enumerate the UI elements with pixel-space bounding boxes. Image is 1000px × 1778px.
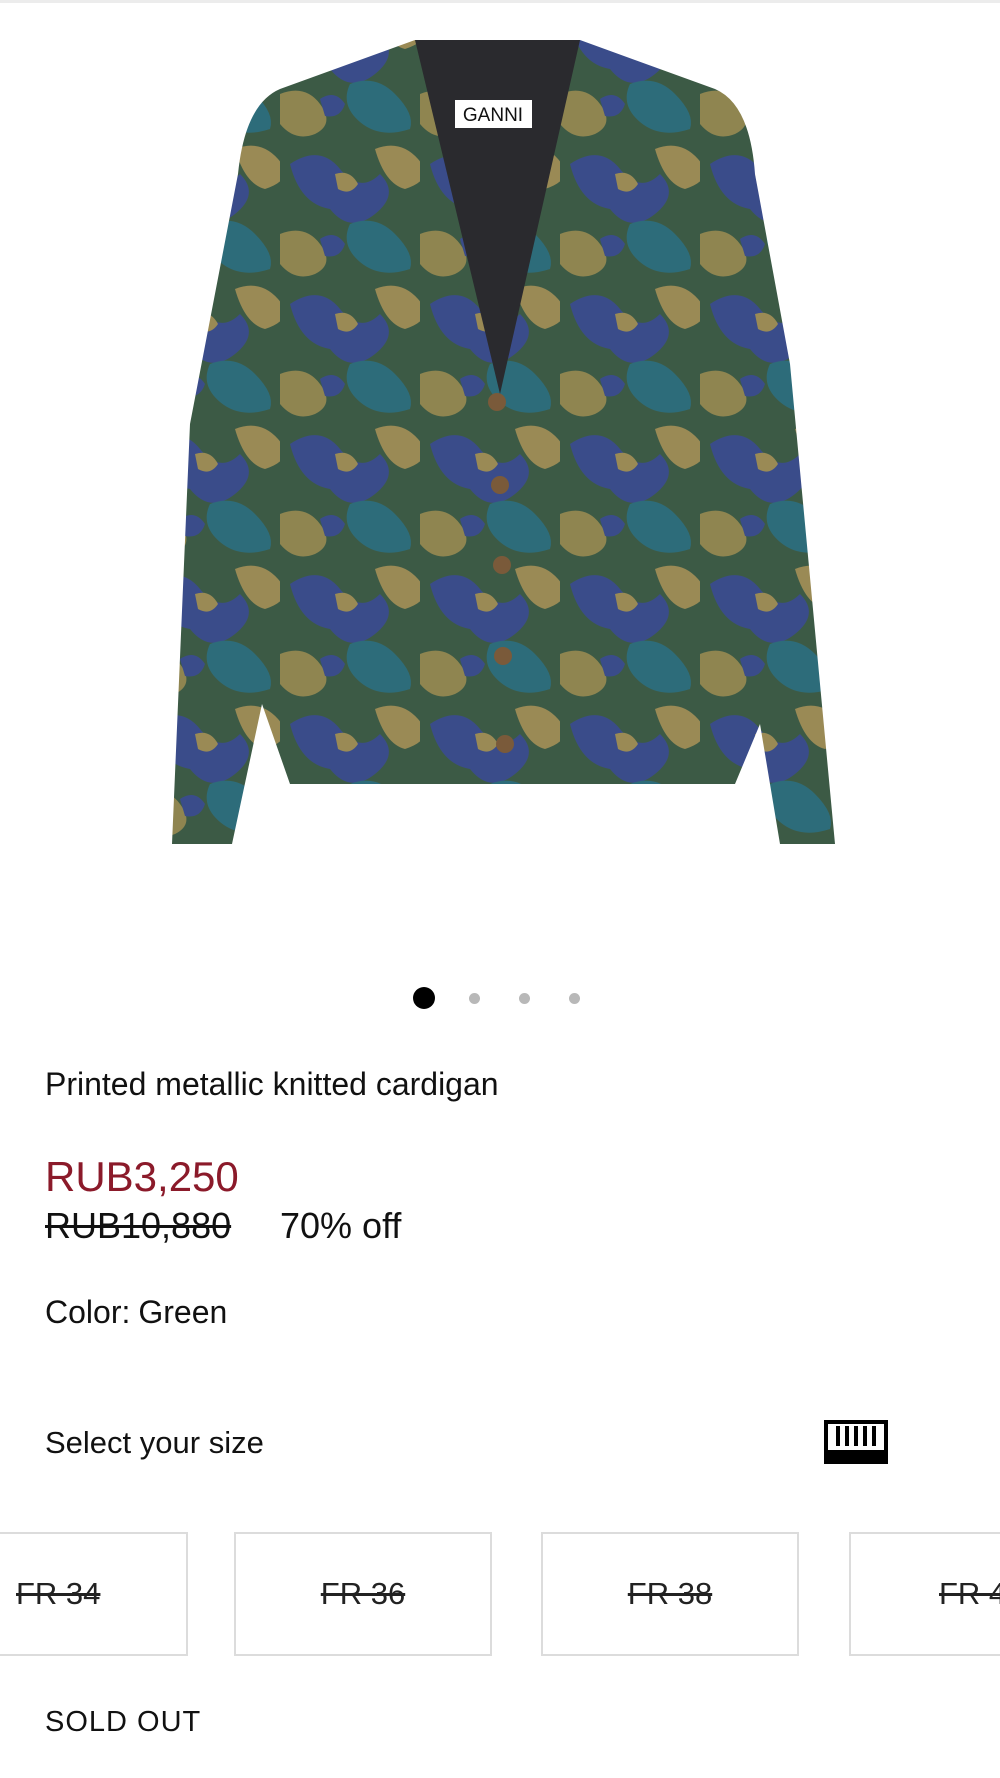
carousel-dot-3[interactable] bbox=[519, 993, 530, 1004]
color-info: Color: Green bbox=[45, 1294, 227, 1331]
size-status: SOLD OUT bbox=[45, 1706, 202, 1738]
sale-price: RUB3,250 bbox=[45, 1153, 239, 1200]
svg-text:GANNI: GANNI bbox=[463, 105, 523, 126]
size-guide-button[interactable] bbox=[824, 1420, 888, 1464]
carousel-dot-2[interactable] bbox=[469, 993, 480, 1004]
top-divider bbox=[0, 0, 1000, 3]
product-title: Printed metallic knitted cardigan bbox=[45, 1066, 499, 1102]
size-option[interactable]: FR 36 bbox=[234, 1532, 492, 1656]
size-selector[interactable]: FR 34 FR 36 FR 38 FR 40 bbox=[0, 1532, 1000, 1660]
carousel-dots[interactable] bbox=[0, 985, 1000, 1009]
product-image: GANNI bbox=[172, 40, 835, 844]
color-label: Color: bbox=[45, 1294, 131, 1330]
size-option[interactable]: FR 40 bbox=[849, 1532, 1000, 1656]
original-price: RUB10,880 bbox=[45, 1205, 232, 1246]
size-prompt: Select your size bbox=[45, 1425, 264, 1460]
size-option[interactable]: FR 38 bbox=[541, 1532, 799, 1656]
ruler-icon bbox=[824, 1420, 888, 1464]
size-option[interactable]: FR 34 bbox=[0, 1532, 188, 1656]
discount-badge: 70% off bbox=[280, 1205, 402, 1246]
carousel-dot-4[interactable] bbox=[569, 993, 580, 1004]
color-value: Green bbox=[138, 1294, 228, 1330]
carousel-dot-1[interactable] bbox=[413, 987, 435, 1009]
product-image-carousel[interactable]: GANNI bbox=[0, 4, 1000, 964]
